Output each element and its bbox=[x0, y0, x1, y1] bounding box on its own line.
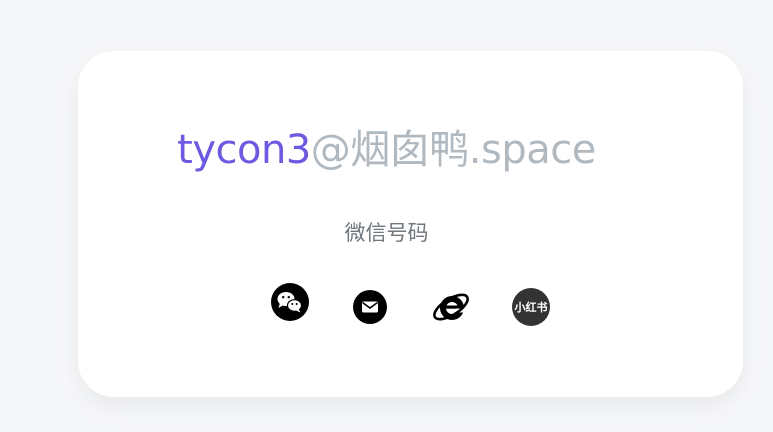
profile-name: tycon3 bbox=[177, 127, 311, 173]
browser-link[interactable] bbox=[431, 288, 471, 326]
wechat-link[interactable] bbox=[270, 282, 310, 322]
email-link[interactable] bbox=[353, 290, 387, 324]
xiaohongshu-icon: 小红书 bbox=[512, 288, 550, 326]
wechat-icon bbox=[271, 283, 309, 321]
browser-icon bbox=[433, 293, 469, 321]
xiaohongshu-label: 小红书 bbox=[514, 300, 548, 314]
profile-subtitle: 微信号码 bbox=[344, 221, 429, 245]
profile-domain: @烟囱鸭.space bbox=[310, 127, 597, 173]
profile-title: tycon3@烟囱鸭.space bbox=[0, 126, 773, 174]
email-icon bbox=[353, 290, 387, 324]
xiaohongshu-link[interactable]: 小红书 bbox=[512, 288, 550, 326]
